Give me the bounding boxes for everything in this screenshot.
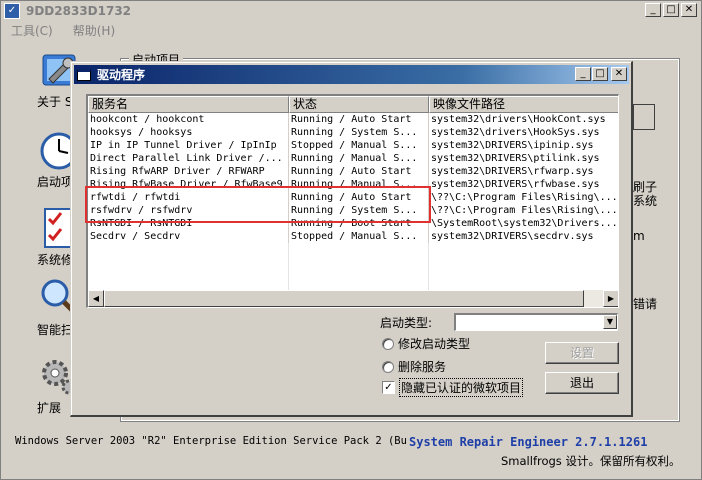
cell-status: Stopped / Manual S... — [289, 230, 429, 243]
cell-service-name: IP in IP Tunnel Driver / IpInIp — [88, 139, 289, 152]
cell-image-path: system32\DRIVERS\rfwarp.sys — [429, 165, 618, 178]
menu-help[interactable]: 帮助(H) — [63, 22, 125, 39]
horizontal-scrollbar[interactable]: ◀ ▶ — [88, 290, 618, 307]
main-titlebar[interactable]: ✓ 9DD2833D1732 _ □ ✕ — [1, 1, 701, 21]
cell-status: Running / Auto Start — [289, 191, 429, 204]
column-header-path[interactable]: 映像文件路径 — [429, 96, 618, 113]
cell-image-path: system32\DRIVERS\ptilink.sys — [429, 152, 618, 165]
cell-service-name: hooksys / hooksys — [88, 126, 289, 139]
background-button[interactable] — [633, 104, 655, 130]
chevron-down-icon[interactable]: ▼ — [603, 315, 617, 329]
minimize-button[interactable]: _ — [645, 3, 661, 17]
table-row[interactable]: rsfwdrv / rsfwdrv Running / System S... \?… — [88, 204, 618, 217]
list-body: hookcont / hookcont Running / Auto Start s… — [88, 113, 618, 292]
maximize-button[interactable]: □ — [663, 3, 679, 17]
copyright-text: Smallfrogs 设计。保留所有权利。 — [501, 454, 681, 468]
settings-button[interactable]: 设置 — [545, 342, 619, 364]
background-text-3: m — [633, 229, 645, 243]
table-row[interactable]: Rising RfwBase Driver / RfwBase9 Running … — [88, 178, 618, 191]
checkbox-hide-microsoft[interactable]: ✓ 隐藏已认证的微软项目 — [382, 378, 524, 397]
cell-service-name: RsNTGDI / RsNTGDI — [88, 217, 289, 230]
sidebar-item-label: 智能扫 — [37, 323, 74, 337]
exit-button[interactable]: 退出 — [545, 372, 619, 394]
window-title: 9DD2833D1732 — [26, 4, 132, 18]
sidebar-item-label: 扩展 — [37, 401, 62, 415]
cell-service-name: hookcont / hookcont — [88, 113, 289, 126]
os-version-text: Windows Server 2003 "R2" Enterprise Edit… — [15, 435, 407, 447]
scroll-thumb[interactable] — [104, 290, 584, 307]
table-row[interactable]: rfwtdi / rfwtdi Running / Auto Start \??\C… — [88, 191, 618, 204]
product-name: System Repair Engineer 2.7.1.1261 — [409, 435, 648, 449]
cell-status: Running / Boot Start — [289, 217, 429, 230]
cell-image-path: \??\C:\Program Files\Rising\... — [431, 205, 618, 216]
cell-image-path: \SystemRoot\system32\Drivers... — [431, 218, 618, 229]
cell-service-name: Rising RfwBase Driver / RfwBase9 — [88, 178, 289, 191]
background-text-4: 错请 — [633, 297, 658, 311]
menu-tools[interactable]: 工具(C) — [1, 22, 63, 39]
cell-status: Running / Auto Start — [289, 113, 429, 126]
radio-delete-service[interactable]: 删除服务 — [382, 358, 446, 375]
cell-status: Running / System S... — [289, 126, 429, 139]
table-row[interactable]: Secdrv / Secdrv Stopped / Manual S... syst… — [88, 230, 618, 243]
cell-service-name: rsfwdrv / rsfwdrv — [88, 204, 289, 217]
list-header: 服务名 状态 映像文件路径 — [88, 96, 618, 113]
startup-type-label: 启动类型: — [380, 316, 433, 330]
radio-button-icon[interactable] — [382, 360, 394, 373]
close-button[interactable]: ✕ — [611, 67, 627, 81]
close-button[interactable]: ✕ — [681, 3, 697, 17]
table-row[interactable]: Rising RfwARP Driver / RFWARP Running / A… — [88, 165, 618, 178]
scroll-left-icon[interactable]: ◀ — [88, 290, 104, 307]
table-row[interactable]: IP in IP Tunnel Driver / IpInIp Stopped /… — [88, 139, 618, 152]
window-icon — [77, 68, 91, 81]
cell-status: Running / Manual S... — [289, 178, 429, 191]
cell-image-path: system32\drivers\HookCont.sys — [429, 113, 618, 126]
minimize-button[interactable]: _ — [575, 67, 591, 81]
cell-image-path: system32\drivers\HookSys.sys — [429, 126, 618, 139]
background-text-2: 系统 — [633, 194, 658, 208]
column-header-name[interactable]: 服务名 — [88, 96, 289, 113]
menubar: 工具(C) 帮助(H) — [1, 21, 701, 39]
table-row[interactable]: hookcont / hookcont Running / Auto Start s… — [88, 113, 618, 126]
scroll-right-icon[interactable]: ▶ — [603, 290, 618, 307]
cell-status: Running / Auto Start — [289, 165, 429, 178]
radio-delete-label: 删除服务 — [398, 360, 447, 374]
dialog-title: 驱动程序 — [97, 68, 146, 82]
sidebar-item-label: 系统修 — [37, 253, 74, 267]
table-row[interactable]: RsNTGDI / RsNTGDI Running / Boot Start \Sy… — [88, 217, 618, 230]
app-window-icon: ✓ — [4, 3, 20, 19]
sidebar-item-label: 启动项 — [37, 175, 74, 189]
cell-image-path: \??\C:\Program Files\Rising\... — [431, 192, 618, 203]
cell-service-name: Rising RfwARP Driver / RFWARP — [88, 165, 289, 178]
table-row[interactable]: Direct Parallel Link Driver /... Running … — [88, 152, 618, 165]
checkbox-checked-icon[interactable]: ✓ — [382, 381, 395, 394]
cell-service-name: Direct Parallel Link Driver /... — [88, 152, 289, 165]
maximize-button[interactable]: □ — [592, 67, 608, 81]
radio-button-icon[interactable] — [382, 337, 394, 350]
cell-status: Stopped / Manual S... — [289, 139, 429, 152]
radio-modify-startup[interactable]: 修改启动类型 — [382, 335, 470, 352]
cell-status: Running / System S... — [289, 204, 429, 217]
dialog-titlebar[interactable]: 驱动程序 _ □ ✕ — [74, 65, 629, 84]
cell-image-path: system32\DRIVERS\secdrv.sys — [429, 230, 618, 243]
scroll-track[interactable] — [104, 290, 603, 307]
drivers-list[interactable]: 服务名 状态 映像文件路径 hookcont / hookcont Running… — [86, 94, 619, 308]
radio-modify-label: 修改启动类型 — [398, 337, 471, 351]
cell-image-path: system32\DRIVERS\rfwbase.sys — [429, 178, 618, 191]
driver-dialog: 驱动程序 _ □ ✕ 服务名 状态 映像文件路径 hookcont / hook… — [70, 61, 633, 417]
table-row[interactable]: hooksys / hooksys Running / System S... sy… — [88, 126, 618, 139]
cell-image-path: system32\DRIVERS\ipinip.sys — [429, 139, 618, 152]
checkbox-hide-label: 隐藏已认证的微软项目 — [399, 378, 524, 397]
cell-status: Running / Manual S... — [289, 152, 429, 165]
cell-service-name: Secdrv / Secdrv — [88, 230, 289, 243]
column-header-status[interactable]: 状态 — [289, 96, 429, 113]
cell-service-name: rfwtdi / rfwtdi — [88, 191, 289, 204]
startup-type-select[interactable]: ▼ — [454, 313, 618, 331]
